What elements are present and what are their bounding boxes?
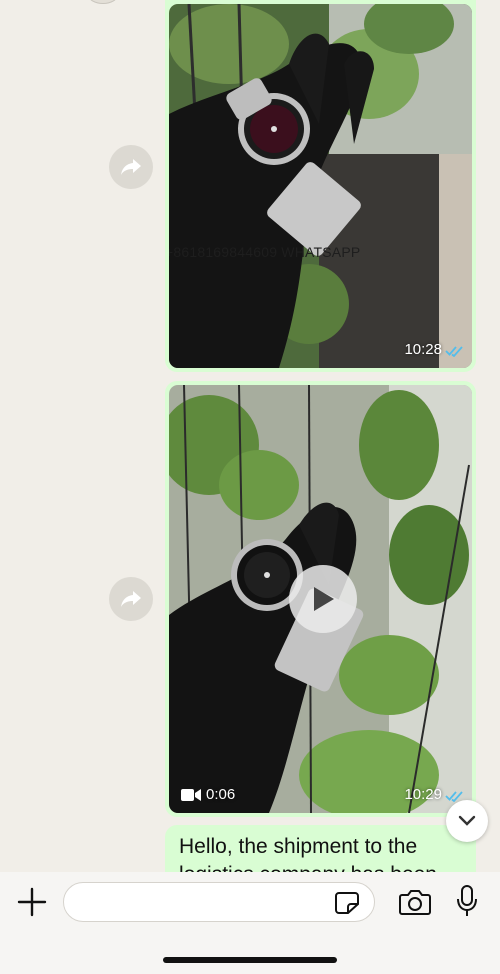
chat-area: +8618169844609 WHATSAPP 10:28 0:06 10:29…	[0, 0, 500, 872]
home-indicator	[163, 957, 337, 963]
watch-image	[169, 4, 472, 368]
chevron-down-icon	[458, 815, 476, 826]
avatar	[88, 0, 118, 4]
play-icon	[314, 587, 334, 611]
double-check-icon	[445, 346, 463, 357]
video-message-bubble[interactable]: 0:06 10:29	[165, 381, 476, 817]
forward-button[interactable]	[109, 577, 153, 621]
duration-label: 0:06	[206, 786, 236, 803]
message-time: 10:28	[404, 341, 442, 358]
forward-button[interactable]	[109, 145, 153, 189]
sticker-icon[interactable]	[334, 891, 360, 915]
forward-icon	[121, 591, 141, 607]
message-text: Hello, the shipment to the logistics com…	[179, 835, 437, 872]
text-message-bubble[interactable]: Hello, the shipment to the logistics com…	[165, 825, 476, 872]
video-duration: 0:06	[181, 786, 235, 803]
message-time: 10:29	[404, 786, 442, 803]
camera-icon[interactable]	[398, 888, 432, 916]
play-button[interactable]	[289, 565, 357, 633]
forward-icon	[121, 159, 141, 175]
video-camera-icon	[181, 788, 201, 801]
watch-photo[interactable]: +8618169844609 WHATSAPP 10:28	[169, 4, 472, 368]
scroll-down-button[interactable]	[446, 800, 488, 842]
plus-icon[interactable]	[16, 886, 48, 918]
microphone-icon[interactable]	[455, 884, 479, 918]
message-input[interactable]	[63, 882, 375, 922]
watch-video[interactable]: 0:06 10:29	[169, 385, 472, 813]
watermark-text: +8618169844609 WHATSAPP	[169, 244, 361, 260]
message-composer	[0, 872, 500, 974]
image-message-bubble[interactable]: +8618169844609 WHATSAPP 10:28	[165, 0, 476, 372]
